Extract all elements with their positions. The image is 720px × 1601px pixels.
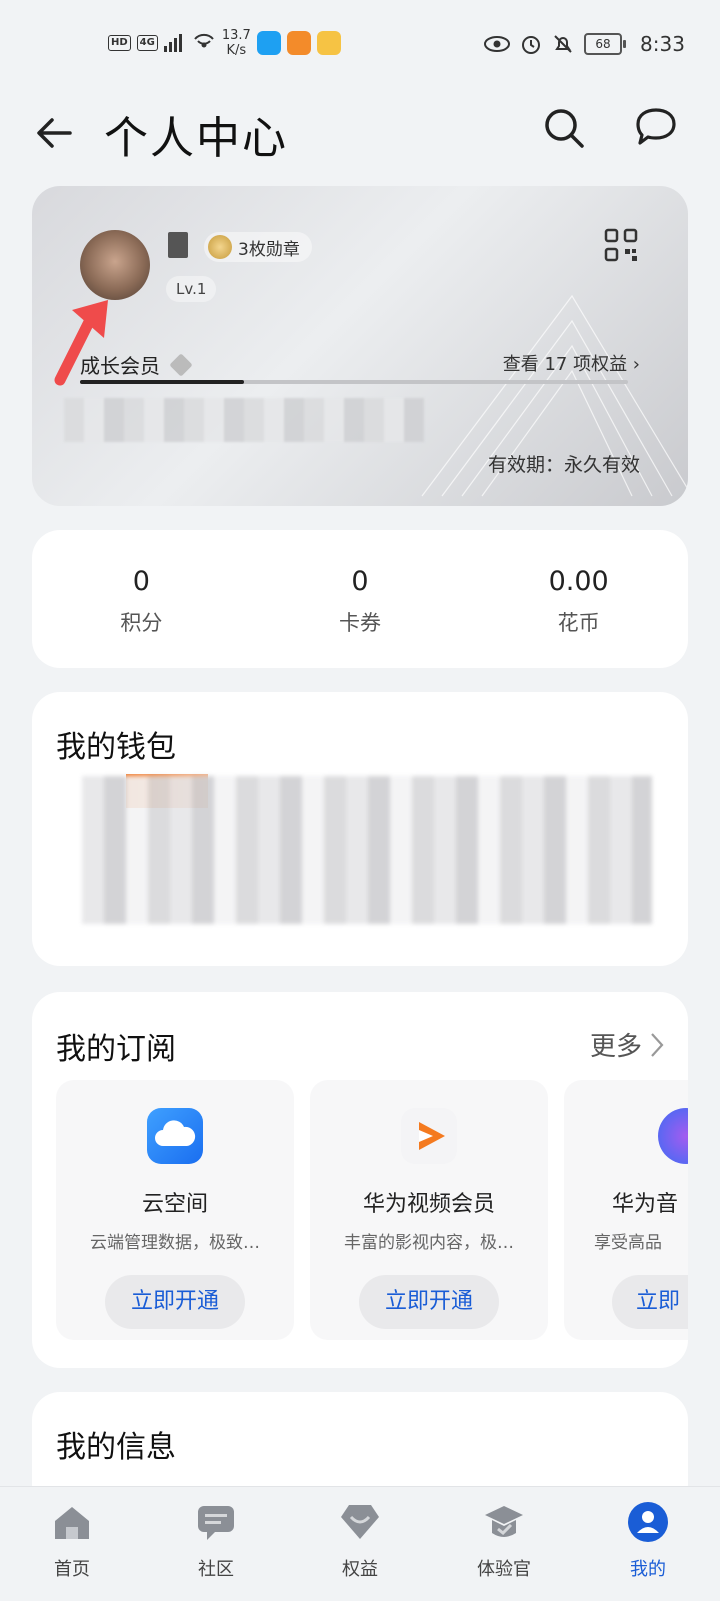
subscription-desc: 享受高品 [594, 1233, 662, 1253]
back-arrow-icon[interactable] [30, 108, 80, 158]
music-icon [658, 1108, 688, 1164]
subscription-desc: 云端管理数据，极致… [90, 1233, 260, 1253]
more-label: 更多 [589, 1032, 642, 1062]
subscription-name: 华为视频会员 [362, 1192, 495, 1217]
coupons-stat[interactable]: 0 卡券 [251, 530, 470, 668]
chevron-right-icon [651, 1032, 664, 1057]
video-play-icon [401, 1108, 457, 1164]
status-left: HD 4G 13.7 K/s [108, 28, 341, 58]
status-right: 68 8:33 [484, 32, 685, 56]
subscribe-button[interactable]: 立即开通 [105, 1275, 245, 1329]
coins-label: 花币 [557, 611, 600, 635]
info-title: 我的信息 [56, 1430, 176, 1465]
tab-benefits[interactable]: 权益 [288, 1487, 432, 1601]
medal-icon [208, 235, 232, 259]
experience-icon [485, 1506, 523, 1537]
browser-app-icon [256, 31, 281, 55]
tab-label: 社区 [198, 1559, 234, 1580]
bottom-tab-bar: 首页 社区 权益 体验官 我的 [0, 1486, 720, 1601]
network-badge: 4G [136, 35, 158, 51]
growth-progress-bar [80, 380, 628, 384]
tab-label: 首页 [54, 1559, 90, 1580]
avatar[interactable] [80, 230, 150, 300]
annotation-arrow-icon [54, 300, 108, 386]
search-icon[interactable] [540, 104, 588, 152]
points-stat[interactable]: 0 积分 [32, 530, 251, 668]
tab-label: 体验官 [477, 1559, 531, 1580]
redacted-info [64, 398, 424, 442]
tab-experience[interactable]: 体验官 [432, 1487, 576, 1601]
subscription-item[interactable]: 华为视频会员 丰富的影视内容，极… 立即开通 [310, 1080, 548, 1340]
points-label: 积分 [120, 611, 163, 635]
status-bar: HD 4G 13.7 K/s 68 8:33 [0, 0, 720, 90]
subscription-name: 云空间 [141, 1192, 208, 1217]
mute-bell-icon [554, 35, 572, 53]
wallet-card: 我的钱包 [32, 692, 688, 966]
hotspot-icon [194, 33, 214, 48]
alarm-icon [522, 36, 540, 54]
clock: 8:33 [640, 32, 685, 56]
tab-profile[interactable]: 我的 [576, 1487, 720, 1601]
home-icon [55, 1507, 89, 1539]
tab-community[interactable]: 社区 [144, 1487, 288, 1601]
level-badge: Lv.1 [166, 276, 217, 302]
tab-label: 权益 [342, 1559, 378, 1580]
tier-icon [169, 352, 193, 377]
tab-home[interactable]: 首页 [0, 1487, 144, 1601]
subscriptions-card: 我的订阅 更多 云空间 云端管理数据，极致… 立即开通 华为视频会员 丰富的影视… [32, 992, 688, 1368]
coupons-label: 卡券 [339, 611, 381, 635]
wallet-redacted-content [82, 776, 652, 924]
page-header: 个人中心 [0, 90, 720, 174]
view-benefits-link[interactable]: 查看 17 项权益 › [503, 350, 640, 376]
profile-icon [628, 1502, 668, 1542]
points-value: 0 [132, 566, 150, 597]
medal-count: 3枚勋章 [238, 239, 300, 260]
subscription-item[interactable]: 华为音 享受高品 立即 [564, 1080, 688, 1340]
qr-code-icon[interactable] [604, 228, 638, 262]
member-card[interactable]: 3枚勋章 Lv.1 成长会员 查看 17 项权益 › 有效期：永久有效 [32, 186, 688, 506]
community-icon [198, 1506, 234, 1540]
subscriptions-title: 我的订阅 [56, 1032, 176, 1067]
validity-text: 有效期：永久有效 [487, 454, 640, 476]
subscribe-button[interactable]: 立即开通 [359, 1275, 499, 1329]
eye-icon [484, 36, 510, 52]
tab-label: 我的 [630, 1559, 666, 1580]
subscribe-button[interactable]: 立即 [612, 1275, 688, 1329]
hd-badge: HD [108, 35, 131, 51]
medal-badge[interactable]: 3枚勋章 [204, 232, 312, 262]
coins-value: 0.00 [548, 566, 609, 597]
coupons-value: 0 [351, 566, 369, 597]
net-speed: 13.7 K/s [221, 28, 251, 58]
benefits-icon [341, 1505, 379, 1539]
subscription-name: 华为音 [612, 1192, 679, 1217]
weibo-app-icon [316, 31, 341, 55]
cloud-icon [147, 1108, 203, 1164]
battery-indicator: 68 [584, 33, 626, 55]
subscription-list: 云空间 云端管理数据，极致… 立即开通 华为视频会员 丰富的影视内容，极… 立即… [56, 1080, 688, 1342]
coins-stat[interactable]: 0.00 花币 [469, 530, 688, 668]
signal-icon [163, 34, 182, 52]
more-link[interactable]: 更多 [590, 1026, 664, 1063]
subscription-desc: 丰富的影视内容，极… [344, 1233, 514, 1253]
username-redacted [168, 232, 188, 258]
video-app-icon [286, 31, 311, 55]
message-icon[interactable] [632, 104, 680, 152]
wallet-title: 我的钱包 [56, 730, 176, 765]
subscription-item[interactable]: 云空间 云端管理数据，极致… 立即开通 [56, 1080, 294, 1340]
page-title: 个人中心 [104, 113, 288, 164]
stats-card: 0 积分 0 卡券 0.00 花币 [32, 530, 688, 668]
